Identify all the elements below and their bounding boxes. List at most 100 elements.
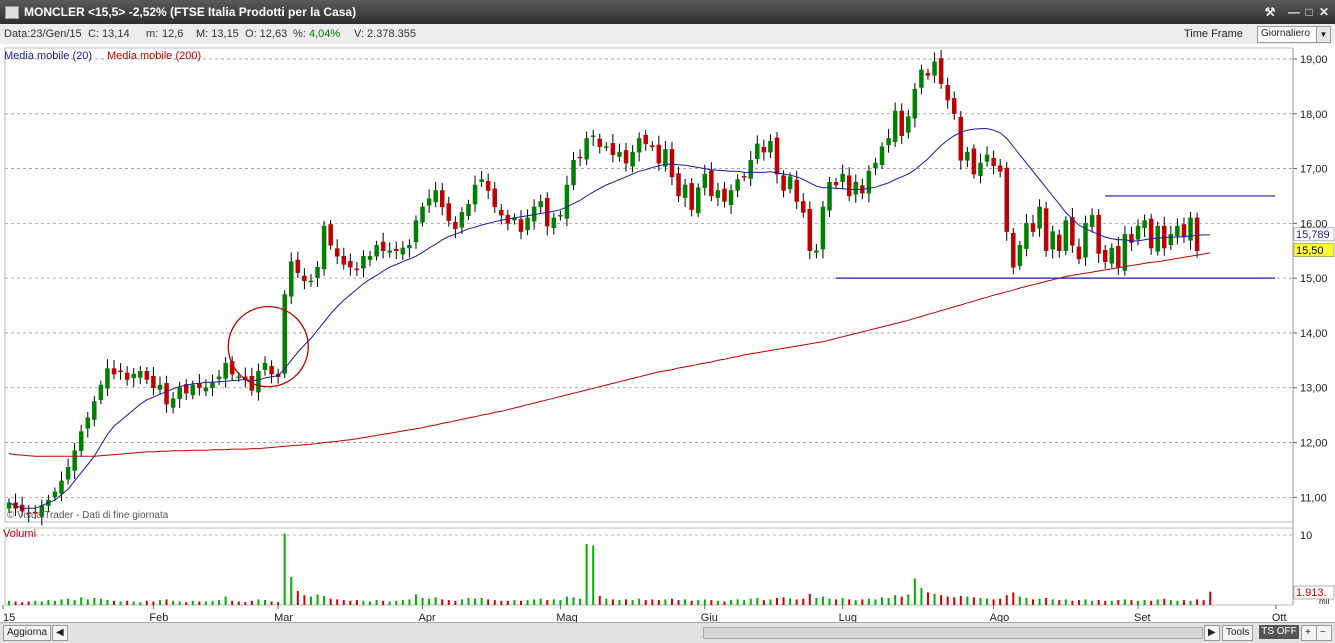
volume-bar [966,596,969,605]
chevron-down-icon[interactable]: ▼ [1316,27,1330,42]
volume-bar [329,598,332,605]
chart-area[interactable]: 19,00 18,00 17,00 16,00 15,00 14,00 13,00 12,00… [0,44,1335,622]
volume-bar [224,596,227,605]
ma200-line [8,252,1211,457]
scroll-right-button[interactable]: ▶ [1204,625,1220,641]
legend-ma20: Media mobile (20) [4,50,93,62]
volume-bar [198,601,201,605]
ts-toggle[interactable]: TS OFF [1259,625,1299,639]
candle-body [400,247,406,255]
candle-body [348,260,353,268]
time-frame-label: Time Frame [1184,28,1243,40]
volume-bar [821,596,824,605]
candle-body [1181,224,1187,238]
last-price-tag: 15,50 [1296,245,1324,257]
x-tick-label: Mag [556,612,577,622]
candle-body [420,206,425,223]
volume-bar [86,599,89,605]
candle-body [971,148,977,175]
candle-body [315,266,320,278]
time-frame-select[interactable]: Giornaliero ▼ [1257,26,1331,43]
volume-bar [1071,600,1074,605]
volume-bar [1025,598,1028,605]
volume-bar [172,600,175,605]
tools-button[interactable]: Tools [1222,625,1254,641]
candle-body [111,368,117,375]
volume-bar [795,599,798,605]
volume-bar [861,599,864,605]
horizontal-scrollbar[interactable] [703,627,1203,639]
refresh-button[interactable]: Aggiorna [3,625,52,641]
volume-bar [940,595,943,605]
volume-bar [428,598,431,605]
zoom-out-button[interactable]: − [1316,625,1332,641]
volume-bar [270,601,273,605]
candle-body [1102,249,1108,262]
volume-bar [611,599,614,605]
candle-body [951,98,957,115]
candle-body [1043,208,1049,252]
candle-body [361,255,366,269]
candle-body [1057,234,1062,252]
volume-bar [204,601,207,605]
volume-bar [132,601,135,605]
x-tick-label: Giu [701,612,718,622]
volume-bar [618,600,621,605]
volume-bar [401,600,404,605]
volume-bar [1084,599,1087,605]
volume-bar [1091,600,1094,605]
volume-bar [1143,600,1146,605]
candle-body [958,116,964,161]
volume-bar [808,593,811,605]
volume-bar [874,599,877,605]
close-icon[interactable]: ✕ [1316,4,1332,20]
volume-bar [93,598,96,605]
volume-bar [250,600,253,605]
candle-body [78,431,84,452]
volume-bar [953,597,956,605]
info-date: Data:23/Gen/15 [4,28,82,40]
candle-body [1024,223,1029,249]
volume-bar [992,599,995,605]
volume-bar [158,600,161,605]
candle-body [1070,217,1075,246]
candle-body [932,61,937,76]
candle-body [302,275,307,282]
candle-body [210,382,215,388]
info-open: O: 12,63 [245,28,288,40]
scroll-left-button[interactable]: ◀ [52,625,68,641]
zoom-in-button[interactable]: + [1301,625,1317,641]
volume-bar [14,601,17,605]
candle-body [610,143,616,156]
candle-body [919,69,924,88]
candle-body [912,88,918,119]
candle-body [157,384,163,390]
candle-body [846,175,852,197]
candle-body [52,491,58,498]
candle-body [715,190,721,198]
candle-body [131,373,136,379]
volume-bar [1150,600,1153,605]
candle-body [965,151,970,161]
volume-bar [454,600,457,605]
volume-bar [67,598,70,605]
volume-bar [946,596,949,605]
volume-bar [926,592,929,605]
volume-bar [605,598,608,605]
volume-bar [972,597,975,605]
maximize-icon[interactable]: □ [1301,4,1317,20]
x-tick-label: 15 [3,612,15,622]
candle-body [354,268,360,271]
candle-body [197,383,202,388]
candle-body [617,151,622,157]
candle-body [886,138,891,146]
volume-bar [887,598,890,605]
minimize-icon[interactable]: — [1286,4,1302,20]
volume-bar [421,598,424,605]
volume-bar [677,600,680,605]
volume-bar [73,600,76,605]
price-chart-svg[interactable]: 19,0018,0017,0016,0015,0014,0013,0012,00… [0,44,1335,622]
candle-body [761,146,767,153]
tools-icon[interactable]: ⚒ [1262,4,1278,20]
candle-body [571,160,576,186]
